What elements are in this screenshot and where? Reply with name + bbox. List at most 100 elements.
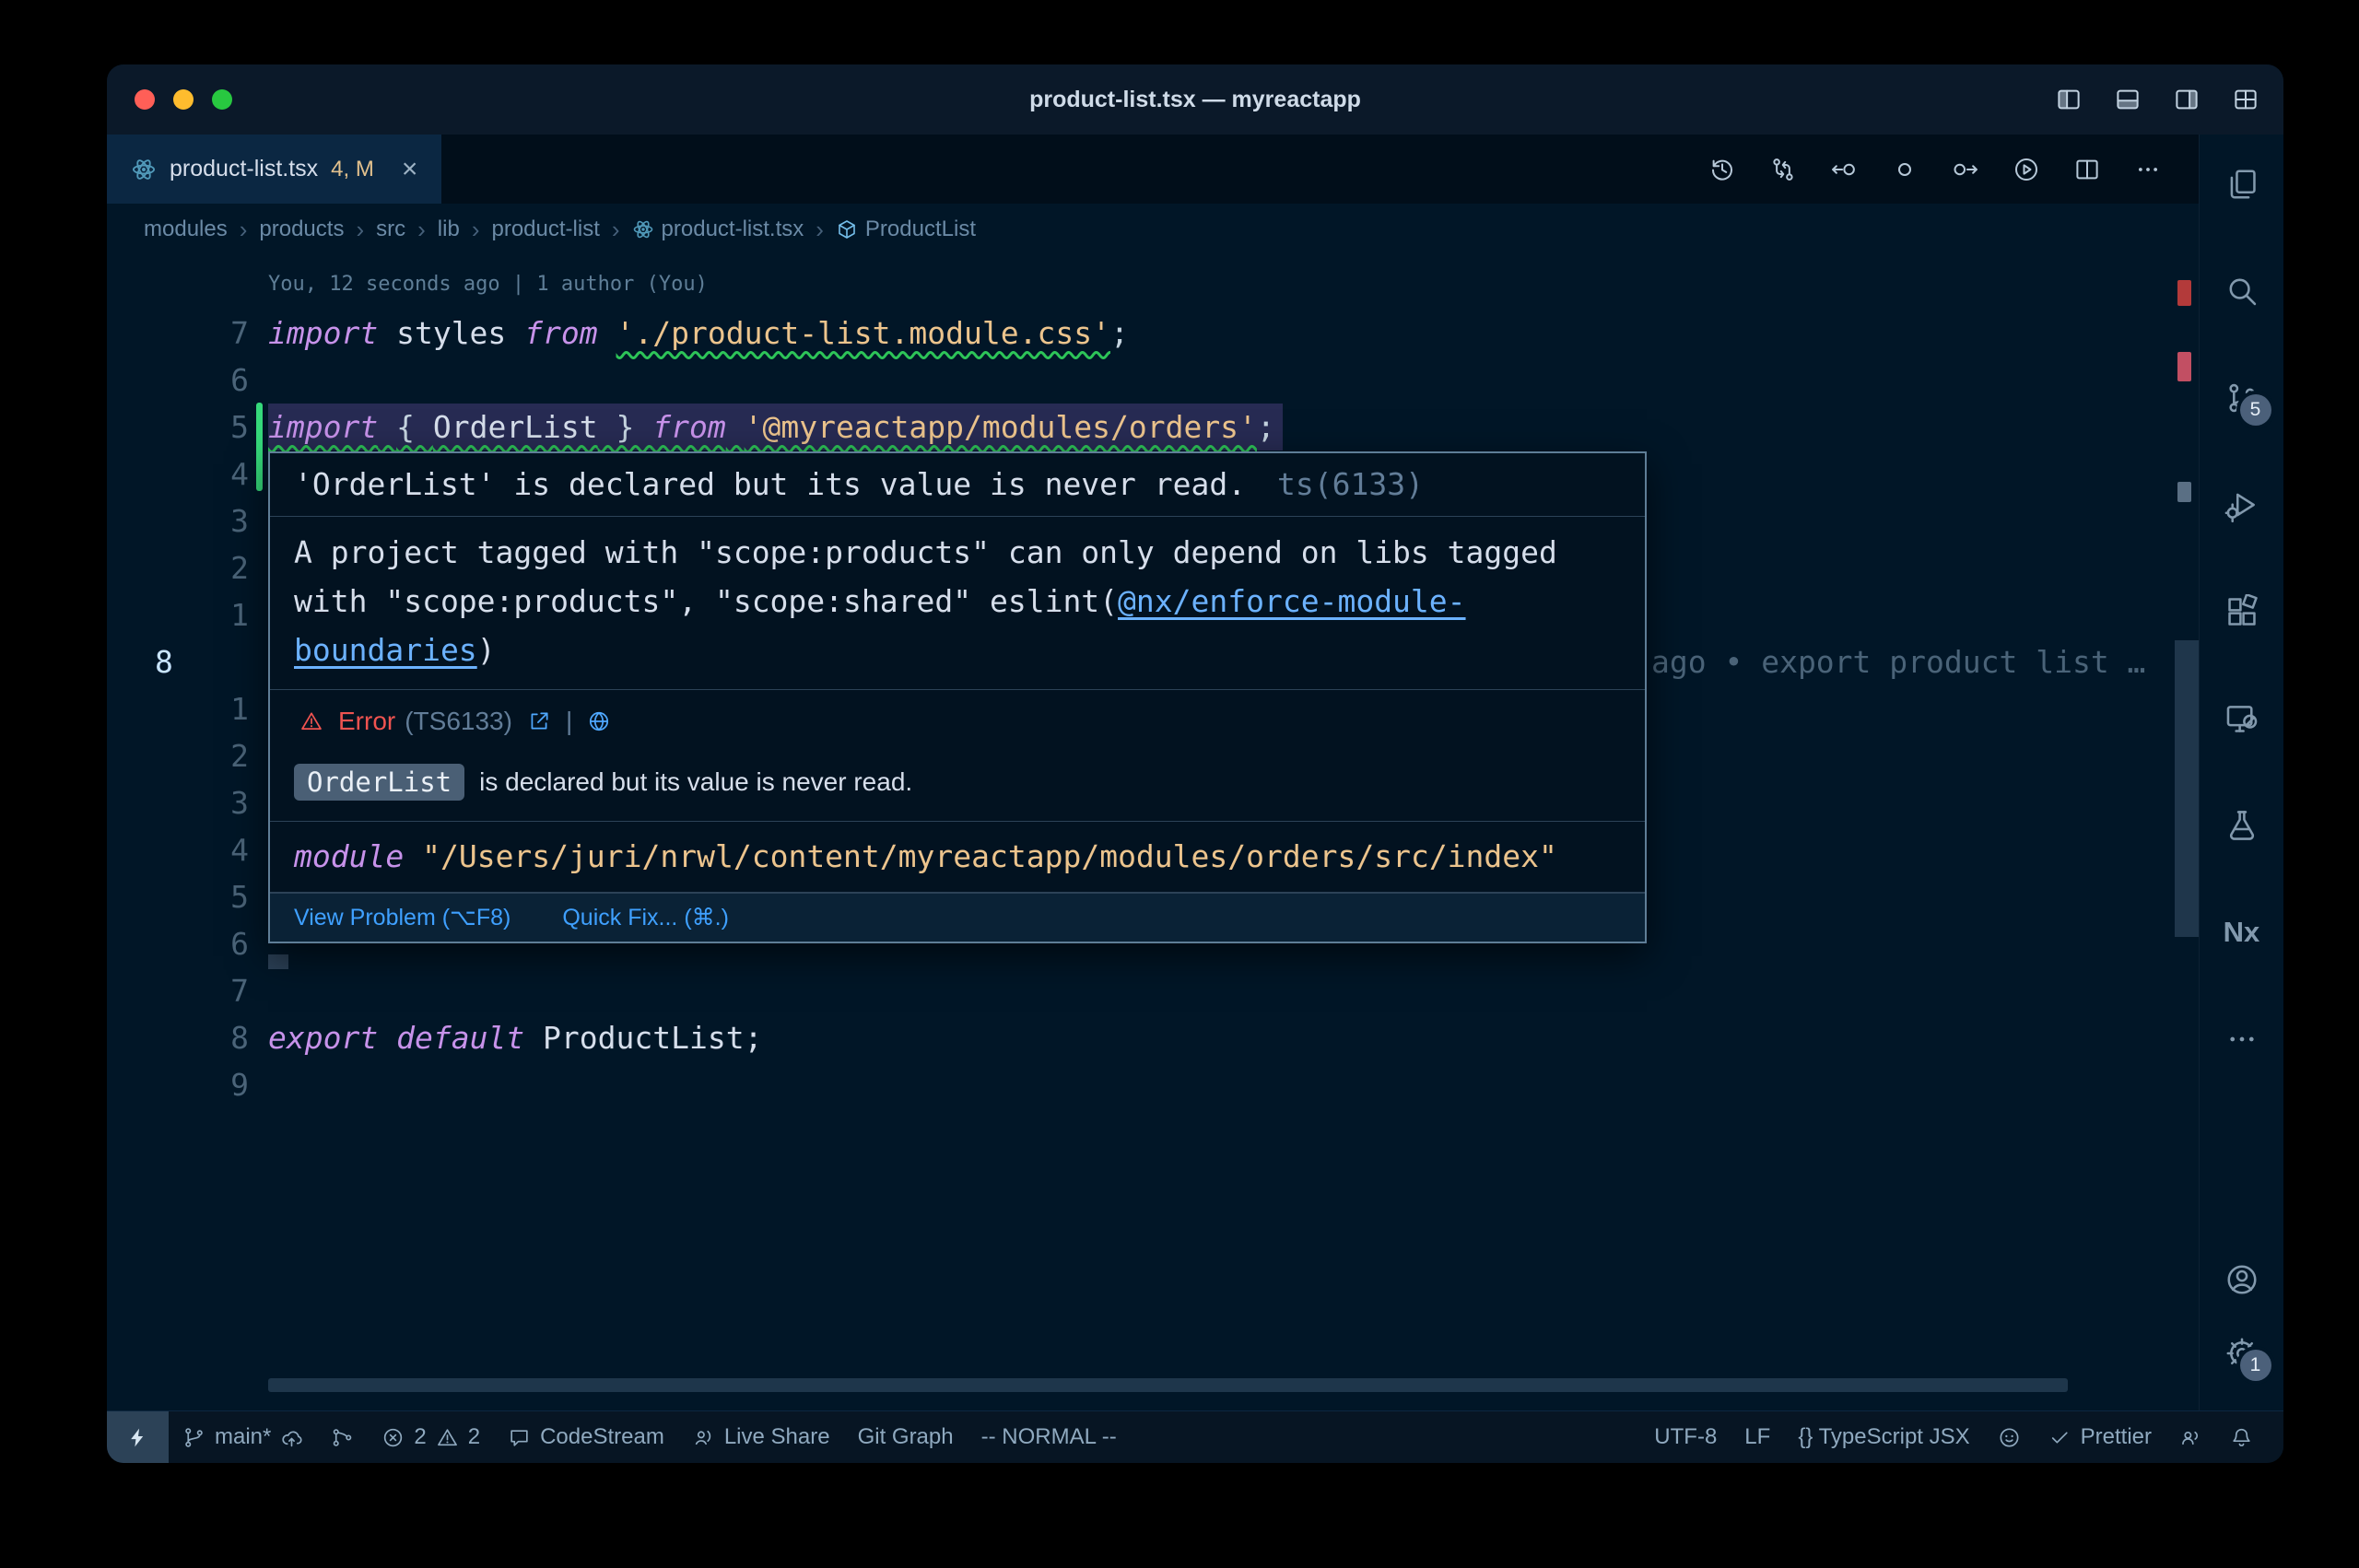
gutter-line-number[interactable]: 6: [107, 357, 249, 404]
close-window-button[interactable]: [135, 89, 155, 110]
check-icon: [2048, 1426, 2071, 1449]
code-line[interactable]: [268, 1061, 2171, 1108]
close-tab-icon[interactable]: ×: [402, 156, 418, 183]
external-link-icon[interactable]: [527, 709, 551, 733]
gutter-line-number[interactable]: 6: [107, 920, 249, 967]
breadcrumb-item-src[interactable]: src: [376, 216, 405, 242]
gutter-line-number[interactable]: 9: [107, 1061, 249, 1108]
codestream-status[interactable]: CodeStream: [494, 1411, 678, 1463]
breadcrumb-item-product-list-tsx[interactable]: product-list.tsx: [632, 216, 804, 242]
more-icon[interactable]: [2134, 156, 2162, 183]
activity-remote-explorer[interactable]: [2224, 700, 2260, 737]
breadcrumb-label: src: [376, 216, 405, 242]
layout-sidebar-right-icon[interactable]: [2173, 86, 2201, 113]
gutter-line-number[interactable]: 3: [107, 779, 249, 826]
git-branch-status[interactable]: main*: [169, 1411, 317, 1463]
separator: |: [566, 707, 572, 736]
view-problem-link[interactable]: View Problem (⌥F8): [294, 904, 511, 931]
feedback-status[interactable]: [2165, 1411, 2216, 1463]
activity-run-debug[interactable]: [2224, 486, 2260, 523]
codestream-icon: [508, 1426, 531, 1449]
activity-account[interactable]: [2224, 1261, 2260, 1298]
code-line[interactable]: import { OrderList } from '@myreactapp/m…: [268, 404, 2171, 451]
breadcrumb-item-products[interactable]: products: [259, 216, 344, 242]
github-status[interactable]: [1984, 1411, 2035, 1463]
activity-bar-top: 5 Nx: [2224, 166, 2260, 1058]
tab-product-list[interactable]: product-list.tsx 4, M ×: [107, 135, 441, 204]
code-line[interactable]: export default ProductList;: [268, 1014, 2171, 1061]
tab-label: product-list.tsx: [170, 156, 318, 182]
chevron-separator: ›: [356, 216, 364, 244]
minimize-window-button[interactable]: [173, 89, 194, 110]
layout-panel-icon[interactable]: [2114, 86, 2142, 113]
horizontal-scrollbar-thumb[interactable]: [268, 1378, 2068, 1392]
breadcrumb-label: modules: [144, 216, 228, 242]
language-status-label: {} TypeScript JSX: [1798, 1424, 1969, 1450]
run-icon[interactable]: [2013, 156, 2040, 183]
gutter-line-number[interactable]: 7: [107, 967, 249, 1014]
activity-search[interactable]: [2224, 273, 2260, 310]
feedback-icon: [2179, 1426, 2202, 1449]
gutter-line-number[interactable]: 4: [107, 826, 249, 873]
activity-extensions[interactable]: [2224, 593, 2260, 630]
badge: 5: [2240, 394, 2271, 426]
chevron-separator: ›: [417, 216, 426, 244]
notifications-bell[interactable]: [2216, 1411, 2267, 1463]
encoding-status[interactable]: UTF-8: [1640, 1411, 1731, 1463]
activity-settings[interactable]: 1: [2224, 1335, 2260, 1372]
gutter-line-number[interactable]: 1: [107, 591, 249, 638]
prettier-status[interactable]: Prettier: [2035, 1411, 2165, 1463]
gutter-line-number[interactable]: 3: [107, 497, 249, 544]
vim-mode-status[interactable]: -- NORMAL --: [968, 1411, 1131, 1463]
breadcrumb-item-modules[interactable]: modules: [144, 216, 228, 242]
layout-grid-icon[interactable]: [2232, 86, 2259, 113]
prev-change-icon[interactable]: [1891, 156, 1919, 183]
code-line[interactable]: import styles from './product-list.modul…: [268, 310, 2171, 357]
vertical-scrollbar-thumb[interactable]: [2175, 640, 2199, 937]
zoom-window-button[interactable]: [212, 89, 232, 110]
split-editor-icon[interactable]: [2073, 156, 2101, 183]
activity-source-control[interactable]: 5: [2224, 380, 2260, 416]
code-editor[interactable]: You, 12 seconds ago | 1 author (You) 765…: [107, 255, 2199, 1410]
gutter-line-number[interactable]: 2: [107, 732, 249, 779]
breadcrumb-item-lib[interactable]: lib: [438, 216, 460, 242]
code-line[interactable]: [268, 967, 2171, 1014]
activity-more[interactable]: [2224, 1021, 2260, 1058]
eol-status[interactable]: LF: [1731, 1411, 1784, 1463]
gutter-line-number[interactable]: 8: [107, 638, 249, 685]
gutter-line-number[interactable]: 1: [107, 685, 249, 732]
code-line[interactable]: [268, 357, 2171, 404]
hover-resize-grip[interactable]: [268, 954, 288, 969]
open-changes-icon[interactable]: [1830, 156, 1858, 183]
breadcrumb-label: product-list.tsx: [662, 216, 804, 242]
activity-nx-console[interactable]: Nx: [2224, 914, 2260, 951]
breadcrumb-item-productlist[interactable]: ProductList: [836, 216, 976, 242]
gutter-line-number[interactable]: 8: [107, 1014, 249, 1061]
chevron-separator: ›: [816, 216, 824, 244]
quick-fix-link[interactable]: Quick Fix... (⌘.): [562, 904, 729, 931]
error-label: Error: [338, 707, 395, 736]
problems-status[interactable]: 22: [368, 1411, 494, 1463]
next-change-icon[interactable]: [1952, 156, 1979, 183]
gutter-line-number[interactable]: 5: [107, 873, 249, 920]
activity-testing[interactable]: [2224, 807, 2260, 844]
globe-icon[interactable]: [587, 709, 611, 733]
live-share-status[interactable]: Live Share: [678, 1411, 844, 1463]
search-icon: [2224, 274, 2259, 309]
breadcrumb: modules›products›src›lib›product-list›pr…: [107, 204, 2199, 255]
blame-header[interactable]: You, 12 seconds ago | 1 author (You): [268, 264, 708, 305]
breadcrumb-item-product-list[interactable]: product-list: [491, 216, 599, 242]
gutter-line-number[interactable]: 4: [107, 451, 249, 497]
remote-indicator[interactable]: [107, 1411, 169, 1463]
layout-columns-icon[interactable]: [2055, 86, 2083, 113]
language-status[interactable]: {} TypeScript JSX: [1784, 1411, 1983, 1463]
git-compare-icon[interactable]: [1769, 156, 1797, 183]
git-graph-indicator[interactable]: [317, 1411, 368, 1463]
gutter-line-number[interactable]: 2: [107, 544, 249, 591]
git-graph-status[interactable]: Git Graph: [844, 1411, 968, 1463]
hover-eslint-diagnostic: A project tagged with "scope:products" c…: [270, 517, 1645, 690]
gutter-line-number[interactable]: 5: [107, 404, 249, 451]
gutter-line-number[interactable]: 7: [107, 310, 249, 357]
activity-explorer[interactable]: [2224, 166, 2260, 203]
history-icon[interactable]: [1708, 156, 1736, 183]
